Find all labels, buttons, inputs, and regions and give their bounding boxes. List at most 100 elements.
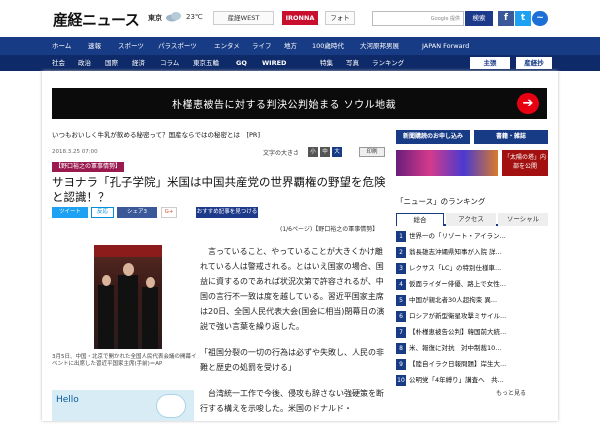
article-body: 言っていること、やっていることが大きくかけ離れている人は警戒される。とはいえ国家… (200, 244, 390, 427)
sankeisho-button[interactable]: 産経抄 (516, 57, 552, 69)
search-button[interactable]: 検索 (465, 11, 493, 26)
rank-number: 7 (396, 327, 406, 338)
nav-item-100years[interactable]: 100歳時代 (312, 37, 344, 55)
rank-number: 6 (396, 311, 406, 322)
promo-banner[interactable] (396, 150, 498, 176)
tab-social[interactable]: ソーシャル (498, 213, 548, 226)
nav-item-home[interactable]: ホーム (52, 37, 71, 55)
nav-item-entertainment[interactable]: エンタメ (214, 37, 240, 55)
ranking-item[interactable]: 2 翁長雄志沖縄県知事が入院 詳... (396, 246, 548, 259)
series-tag[interactable]: 【野口裕之の軍事情勢】 (52, 162, 125, 172)
ranking-title: 「ニュース」のランキング (396, 197, 486, 206)
rank-headline: 【陸自イラク日報問題】岸生大... (409, 360, 507, 368)
editorial-button[interactable]: 主張 (470, 57, 510, 69)
article-paragraph: 言っていること、やっていることが大きくかけ離れている人は警戒される。とはいえ国家… (200, 247, 385, 331)
nav-item-olympics[interactable]: 東京五輪 (193, 55, 219, 71)
secondary-nav: 社会 政治 国際 経済 コラム 東京五輪 GQ WIRED 特集 写真 ランキン… (0, 55, 600, 71)
ranking-item[interactable]: 9 【陸自イラク日報問題】岸生大... (396, 358, 548, 371)
rank-number: 10 (396, 375, 406, 386)
advertisement[interactable]: Hello (52, 390, 194, 421)
ranking-tabs: 総合 アクセス ソーシャル (396, 213, 548, 226)
rank-number: 3 (396, 263, 406, 274)
font-size-medium-button[interactable]: 中 (320, 147, 330, 157)
facebook-share-button[interactable]: シェア3 (117, 207, 157, 218)
rank-headline: 翁長雄志沖縄県知事が入院 詳... (409, 248, 502, 256)
breaking-news-banner[interactable]: 朴槿恵被告に対する判決公判始まる ソウル地裁 ➔ (52, 88, 547, 119)
nav-item-gq[interactable]: GQ (236, 55, 247, 71)
print-button[interactable]: 印刷 (359, 147, 385, 157)
sankei-west-link[interactable]: 産経WEST (213, 11, 274, 25)
tab-overall[interactable]: 総合 (396, 213, 444, 226)
photo-link[interactable]: フォト (325, 11, 355, 25)
ad-brand: Hello (56, 395, 79, 405)
ranking-item[interactable]: 8 米、報復に対抗 対中制裁10... (396, 342, 548, 355)
ranking-item[interactable]: 3 レクサス「LC」の特別仕様車... (396, 262, 548, 275)
nav-item-ranking[interactable]: ランキング (372, 55, 404, 71)
weather-temperature: 23℃ (186, 13, 203, 21)
site-logo[interactable]: 産経ニュース (53, 9, 140, 30)
nav-item-photos[interactable]: 写真 (346, 55, 359, 71)
article-photo[interactable] (94, 245, 162, 349)
nav-item-life[interactable]: ライフ (252, 37, 272, 55)
top-bar: 産経ニュース 東京 23℃ 産経WEST IRONNA フォト Google 提… (0, 0, 600, 37)
rank-headline: 公明党「4年縛り」講査へ 共... (409, 376, 504, 384)
messenger-icon[interactable]: ~ (532, 11, 548, 26)
rank-number: 9 (396, 359, 406, 370)
gplus-button[interactable]: G+ (161, 207, 177, 218)
hatena-button[interactable]: 反応 (91, 207, 114, 218)
article-date: 2018.3.25 07:00 (52, 149, 98, 155)
search-provider-label: Google 提供 (430, 16, 460, 22)
cloud-icon (166, 12, 181, 22)
more-link[interactable]: もっと見る (496, 388, 526, 397)
nav-item-parasports[interactable]: パラスポーツ (158, 37, 197, 55)
nav-item-sports[interactable]: スポーツ (118, 37, 144, 55)
twitter-icon[interactable]: t (515, 11, 531, 26)
font-size-large-button[interactable]: 大 (332, 147, 342, 157)
rank-number: 5 (396, 295, 406, 306)
rank-number: 2 (396, 247, 406, 258)
rank-headline: 中国が親北者30人超拘束 異... (409, 296, 498, 304)
nav-item-column[interactable]: コラム (160, 55, 179, 71)
tower-of-sun-promo[interactable]: 「太陽の塔」内部を公開 (502, 150, 548, 176)
nav-item-breaking[interactable]: 速報 (88, 37, 101, 55)
nav-item-japan-forward[interactable]: JAPAN Forward (422, 37, 469, 55)
ranking-item[interactable]: 10 公明党「4年縛り」講査へ 共... (396, 374, 548, 387)
subscribe-button[interactable]: 新聞購読のお申し込み (396, 130, 470, 144)
tab-access[interactable]: アクセス (446, 213, 496, 226)
recommend-button[interactable]: おすすめ記事を見つける (196, 207, 258, 218)
rank-headline: 米、報復に対抗 対中制裁10... (409, 344, 502, 352)
ranking-item[interactable]: 5 中国が親北者30人超拘束 異... (396, 294, 548, 307)
rank-number: 4 (396, 279, 406, 290)
nav-item-economy[interactable]: 経済 (132, 55, 145, 71)
font-size-label: 文字の大きさ (263, 150, 300, 157)
rank-headline: レクサス「LC」の特別仕様車... (409, 264, 502, 272)
nav-item-politics[interactable]: 政治 (78, 55, 91, 71)
books-button[interactable]: 書籍・雑誌 (474, 130, 548, 144)
rank-headline: 【朴槿恵被告公判】韓国前大統... (409, 328, 507, 336)
arrow-right-icon[interactable]: ➔ (517, 93, 539, 114)
ranking-item[interactable]: 6 ロシアが新型衛星攻撃ミサイル... (396, 310, 548, 323)
rank-headline: ロシアが新型衛星攻撃ミサイル... (409, 312, 507, 320)
nav-item-okawara[interactable]: 大河原邦男展 (360, 37, 399, 55)
banner-text: 朴槿恵被告に対する判決公判始まる ソウル地裁 (172, 100, 397, 111)
pr-link[interactable]: いつもおいしく牛乳が飲める秘密って？国産ならではの秘密とは [PR] (52, 129, 260, 139)
ranking-item[interactable]: 1 世界一の「リゾート・アイラン... (396, 230, 548, 243)
nav-item-local[interactable]: 地方 (284, 37, 297, 55)
ranking-item[interactable]: 7 【朴槿恵被告公判】韓国前大統... (396, 326, 548, 339)
font-size-small-button[interactable]: 小 (308, 147, 318, 157)
rank-headline: 仮面ライダー俳優、路上で女性... (409, 280, 506, 288)
ironna-link[interactable]: IRONNA (282, 11, 318, 25)
tweet-button[interactable]: ツイート (52, 207, 88, 218)
photo-caption: 3月5日、中国・北京で開かれた全国人民代表会議の開幕イベントに出席した習近平国家… (52, 354, 197, 367)
nav-item-features[interactable]: 特集 (320, 55, 333, 71)
search-input[interactable]: Google 提供 (372, 11, 464, 26)
ranking-item[interactable]: 4 仮面ライダー俳優、路上で女性... (396, 278, 548, 291)
article-headline: サヨナラ「孔子学院」米国は中国共産党の世界覇権の野望を危険と認識！？ (52, 175, 386, 204)
nav-item-society[interactable]: 社会 (52, 55, 65, 71)
primary-nav: ホーム 速報 スポーツ パラスポーツ エンタメ ライフ 地方 100歳時代 大河… (0, 37, 600, 55)
facebook-icon[interactable]: f (498, 11, 514, 26)
nav-item-international[interactable]: 国際 (105, 55, 118, 71)
rank-number: 8 (396, 343, 406, 354)
rank-headline: 世界一の「リゾート・アイラン... (409, 232, 506, 240)
nav-item-wired[interactable]: WIRED (262, 55, 286, 71)
